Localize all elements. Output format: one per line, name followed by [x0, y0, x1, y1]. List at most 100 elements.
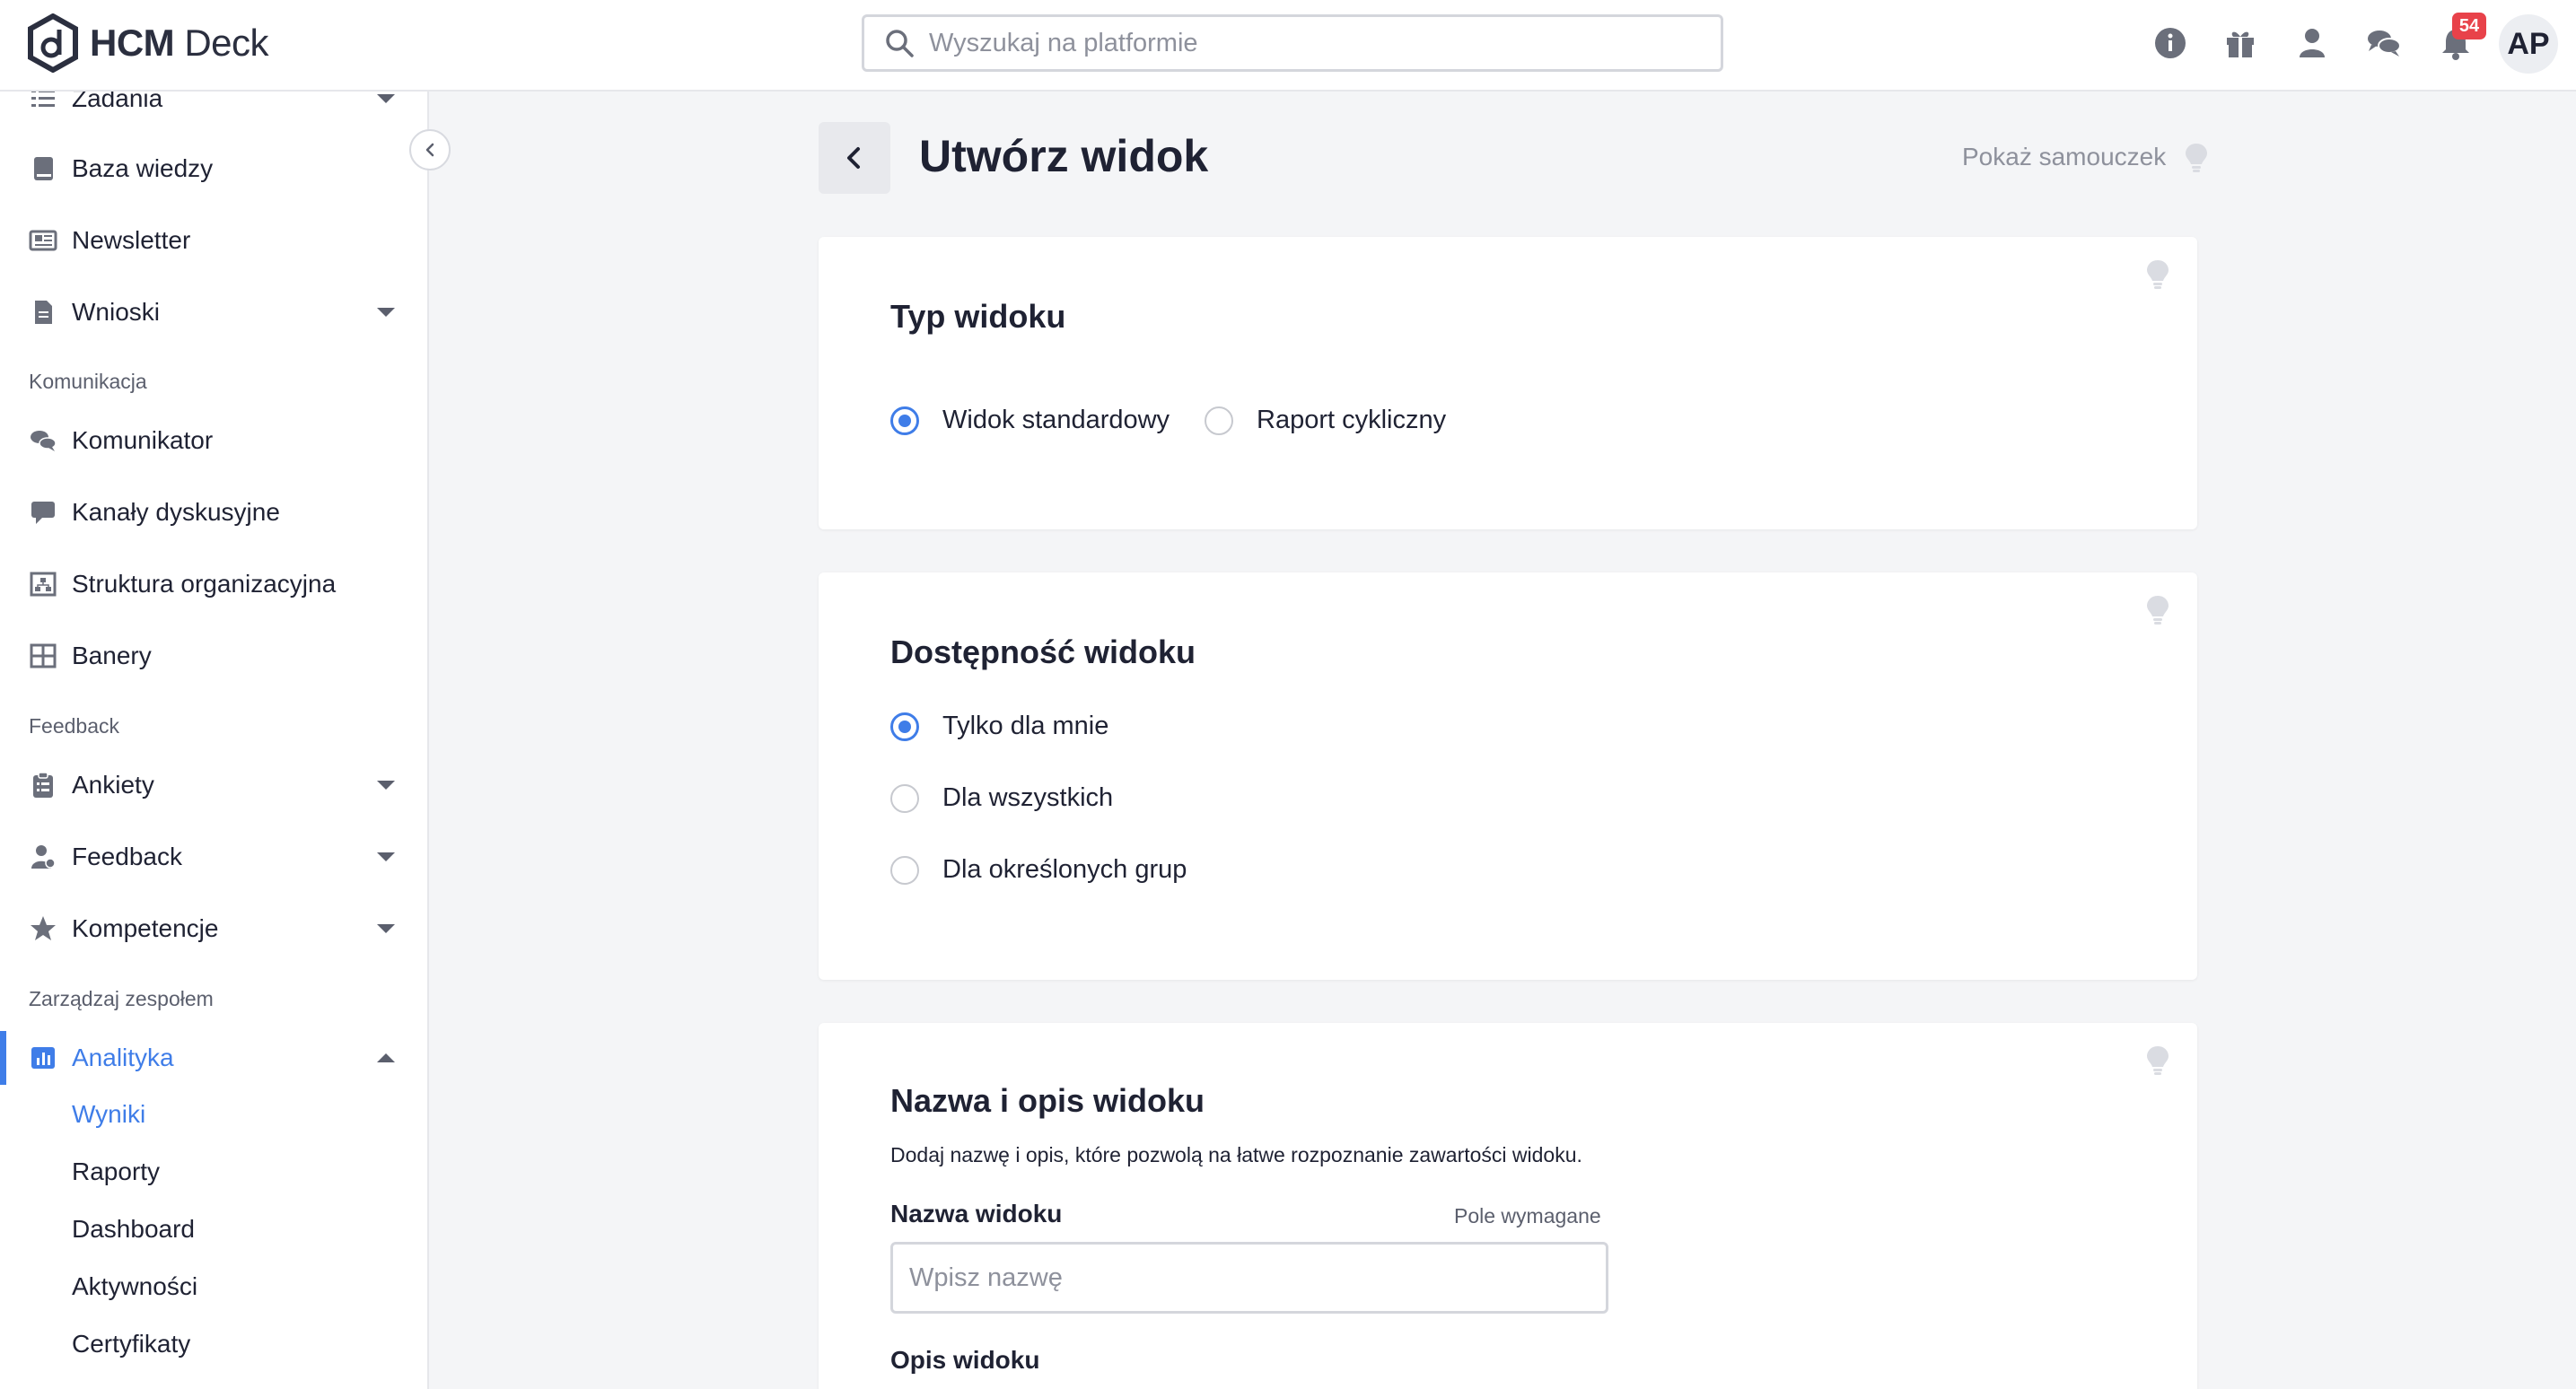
- sidebar-item-wnioski[interactable]: Wnioski: [0, 285, 427, 339]
- caret-down-icon[interactable]: [375, 779, 397, 791]
- card-title: Typ widoku: [890, 298, 1066, 335]
- caret-down-icon[interactable]: [375, 922, 397, 935]
- sidebar-item-analityka[interactable]: Analityka: [0, 1031, 427, 1085]
- sidebar-item-label: Kompetencje: [72, 914, 219, 942]
- sidebar-item-label: Zadania: [72, 92, 163, 112]
- tutorial-label: Pokaż samouczek: [1962, 143, 2167, 170]
- input-placeholder: Wpisz nazwę: [909, 1262, 1063, 1292]
- view-type-card: Typ widoku Widok standardowy Raport cykl…: [819, 237, 2197, 529]
- caret-down-icon[interactable]: [375, 306, 397, 319]
- page-title: Utwórz widok: [919, 131, 1209, 181]
- tasks-icon: [29, 92, 57, 113]
- section-label-komunikacja: Komunikacja: [29, 370, 147, 393]
- notification-badge: 54: [2452, 13, 2486, 39]
- sidebar-item-label: Wnioski: [72, 298, 161, 326]
- sidebar-item-feedback[interactable]: Feedback: [0, 830, 427, 884]
- caret-down-icon[interactable]: [375, 92, 397, 105]
- active-indicator: [0, 1031, 6, 1085]
- sidebar-item-kompetencje[interactable]: Kompetencje: [0, 902, 427, 956]
- chat-icon[interactable]: [2364, 23, 2404, 63]
- card-title: Nazwa i opis widoku: [890, 1082, 1205, 1119]
- search-icon: [886, 30, 914, 57]
- avatar[interactable]: AP: [2499, 14, 2558, 74]
- caret-up-icon[interactable]: [375, 1052, 397, 1064]
- sidebar-item-label: Struktura organizacyjna: [72, 570, 337, 598]
- logo-text: HCM Deck: [90, 22, 269, 64]
- book-icon: [29, 154, 57, 183]
- sidebar-subitem-certyfikaty[interactable]: Certyfikaty: [72, 1330, 190, 1358]
- search-input[interactable]: Wyszukaj na platformie: [862, 14, 1723, 72]
- grid-icon: [29, 642, 57, 670]
- name-field-label: Nazwa widoku: [890, 1200, 1063, 1227]
- sidebar-item-label: Baza wiedzy: [72, 154, 214, 182]
- chart-icon: [29, 1044, 57, 1072]
- sidebar-item-ankiety[interactable]: Ankiety: [0, 758, 427, 812]
- section-label-zespol: Zarządzaj zespołem: [29, 987, 214, 1010]
- user-icon[interactable]: [2292, 23, 2332, 63]
- view-name-card: Nazwa i opis widoku Dodaj nazwę i opis, …: [819, 1023, 2197, 1389]
- radio-dla-okreslonych-grup[interactable]: Dla określonych grup: [890, 855, 1187, 885]
- user-feedback-icon: [29, 843, 57, 871]
- sidebar-item-komunikator[interactable]: Komunikator: [0, 414, 427, 467]
- lightbulb-icon[interactable]: [2145, 594, 2170, 625]
- document-icon: [29, 298, 57, 327]
- required-label: Pole wymagane: [1454, 1204, 1601, 1227]
- radio-label: Raport cykliczny: [1257, 406, 1447, 434]
- radio-label: Dla wszystkich: [942, 783, 1114, 812]
- lightbulb-icon[interactable]: [2145, 258, 2170, 289]
- radio-widok-standardowy[interactable]: Widok standardowy: [890, 406, 1170, 435]
- radio-raport-cykliczny[interactable]: Raport cykliczny: [1205, 406, 1446, 435]
- sidebar: Zadania Baza wiedzy Newsletter Wnioski K…: [0, 92, 429, 1389]
- radio-button[interactable]: [1205, 406, 1233, 435]
- sidebar-item-label: Ankiety: [72, 771, 154, 799]
- radio-tylko-dla-mnie[interactable]: Tylko dla mnie: [890, 712, 1108, 741]
- search-placeholder: Wyszukaj na platformie: [929, 28, 1198, 57]
- show-tutorial-link[interactable]: Pokaż samouczek: [1962, 142, 2209, 172]
- radio-label: Dla określonych grup: [942, 855, 1187, 884]
- collapse-sidebar-button[interactable]: [409, 129, 451, 170]
- radio-button[interactable]: [890, 712, 919, 741]
- radio-dla-wszystkich[interactable]: Dla wszystkich: [890, 783, 1113, 813]
- sidebar-item-label: Analityka: [72, 1044, 174, 1071]
- sidebar-item-label: Feedback: [72, 843, 182, 870]
- view-access-card: Dostępność widoku Tylko dla mnie Dla wsz…: [819, 572, 2197, 980]
- sidebar-item-banery[interactable]: Banery: [0, 629, 427, 683]
- chat-icon: [29, 426, 57, 455]
- sidebar-subitem-dashboard[interactable]: Dashboard: [72, 1215, 195, 1244]
- sidebar-item-baza-wiedzy[interactable]: Baza wiedzy: [0, 142, 427, 196]
- gift-icon[interactable]: [2221, 23, 2260, 63]
- sidebar-item-label: Kanały dyskusyjne: [72, 498, 280, 526]
- view-name-input[interactable]: Wpisz nazwę: [890, 1242, 1608, 1314]
- caret-down-icon[interactable]: [375, 851, 397, 863]
- sidebar-item-kanaly[interactable]: Kanały dyskusyjne: [0, 485, 427, 539]
- card-description: Dodaj nazwę i opis, które pozwolą na łat…: [890, 1143, 1582, 1166]
- sidebar-subitem-raporty[interactable]: Raporty: [72, 1158, 160, 1186]
- chevron-left-icon: [847, 147, 860, 169]
- back-button[interactable]: [819, 122, 890, 194]
- sidebar-subitem-wyniki[interactable]: Wyniki: [72, 1100, 145, 1129]
- radio-button[interactable]: [890, 783, 919, 813]
- logo-icon: [28, 13, 78, 73]
- star-icon: [29, 914, 57, 943]
- card-title: Dostępność widoku: [890, 633, 1196, 670]
- radio-button[interactable]: [890, 406, 919, 435]
- sidebar-subitem-aktywnosci[interactable]: Aktywności: [72, 1272, 197, 1301]
- description-field-label: Opis widoku: [890, 1346, 1040, 1374]
- sidebar-item-zadania[interactable]: Zadania: [0, 92, 427, 126]
- section-label-feedback: Feedback: [29, 714, 120, 738]
- info-icon[interactable]: [2151, 23, 2190, 63]
- org-structure-icon: [29, 570, 57, 598]
- sidebar-item-label: Komunikator: [72, 426, 214, 454]
- logo[interactable]: HCM Deck: [27, 13, 269, 74]
- chevron-left-icon: [425, 143, 434, 157]
- lightbulb-icon[interactable]: [2145, 1044, 2170, 1075]
- radio-button[interactable]: [890, 855, 919, 885]
- sidebar-item-struktura[interactable]: Struktura organizacyjna: [0, 557, 427, 611]
- radio-label: Tylko dla mnie: [942, 712, 1109, 740]
- top-bar: HCM Deck Wyszukaj na platformie 54 AP: [0, 0, 2576, 92]
- comment-icon: [29, 498, 57, 527]
- clipboard-icon: [29, 771, 57, 799]
- sidebar-item-newsletter[interactable]: Newsletter: [0, 214, 427, 267]
- lightbulb-icon: [2186, 144, 2208, 172]
- sidebar-item-label: Banery: [72, 642, 152, 669]
